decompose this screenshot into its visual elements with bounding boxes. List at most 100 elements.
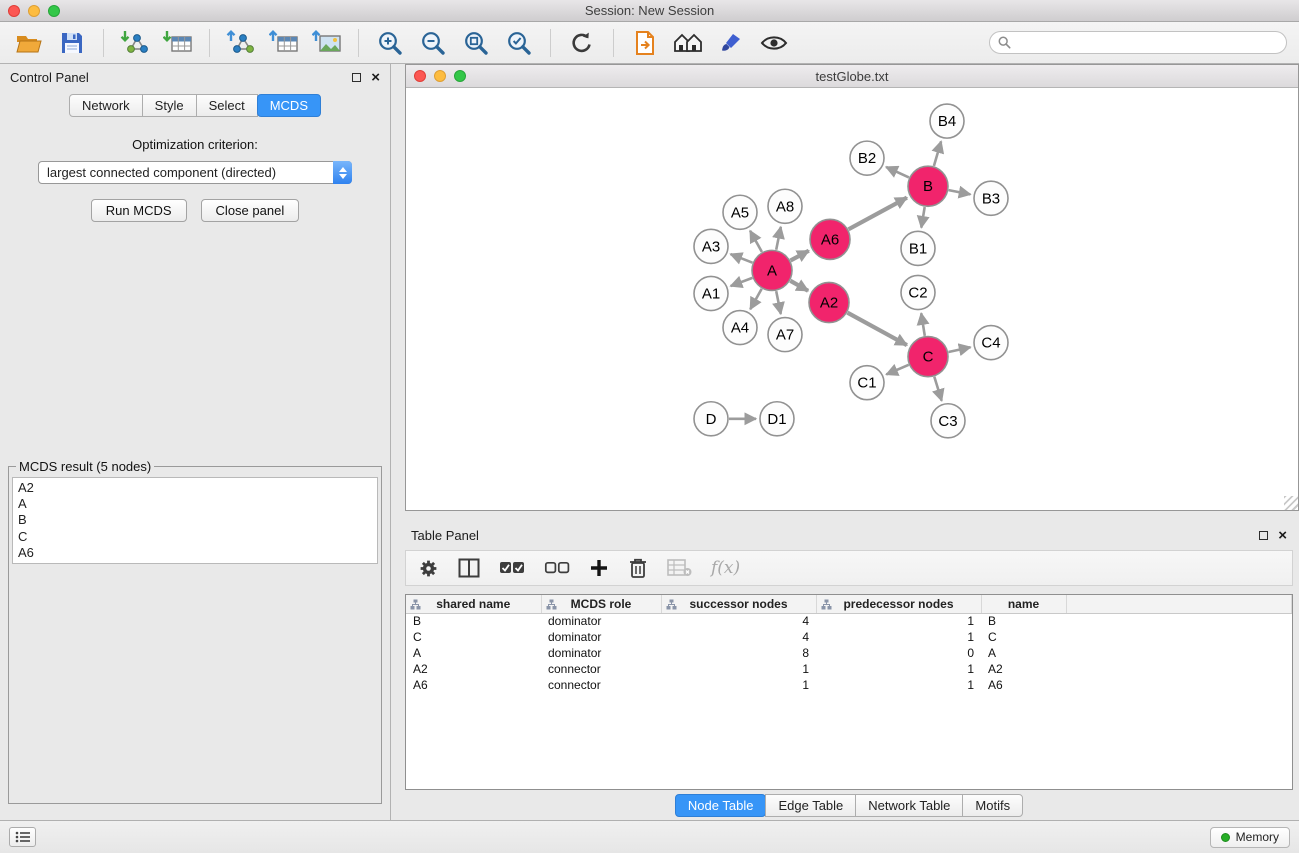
import-network-icon[interactable] (118, 27, 152, 59)
close-panel-button[interactable]: Close panel (201, 199, 300, 222)
zoom-out-icon[interactable] (416, 27, 450, 59)
edge-A-A8[interactable] (776, 227, 781, 250)
table-cell[interactable]: A (981, 645, 1066, 661)
memory-button[interactable]: Memory (1210, 827, 1290, 848)
table-cell[interactable]: 0 (816, 645, 981, 661)
edge-A-A2[interactable] (790, 281, 808, 291)
export-network-icon[interactable] (224, 27, 258, 59)
table-cell[interactable]: 4 (661, 629, 816, 645)
import-table-icon[interactable] (161, 27, 195, 59)
table-cell[interactable]: 1 (816, 661, 981, 677)
ndex-home-icon[interactable] (671, 27, 705, 59)
node-A6[interactable]: A6 (810, 219, 850, 259)
table-cell[interactable]: B (981, 613, 1066, 629)
node-C4[interactable]: C4 (974, 326, 1008, 360)
edge-C-C2[interactable] (921, 313, 925, 336)
add-row-icon[interactable] (589, 558, 609, 578)
edge-C-C3[interactable] (934, 377, 941, 401)
node-A4[interactable]: A4 (723, 311, 757, 345)
table-cell[interactable]: 1 (816, 629, 981, 645)
tab-edge-table[interactable]: Edge Table (765, 794, 856, 817)
table-cell[interactable]: 1 (816, 613, 981, 629)
table-cell[interactable]: 1 (661, 677, 816, 693)
tab-select[interactable]: Select (196, 94, 258, 117)
node-D[interactable]: D (694, 402, 728, 436)
table-cell[interactable]: C (406, 629, 541, 645)
export-table-icon[interactable] (267, 27, 301, 59)
column-header-shared-name[interactable]: shared name (406, 595, 541, 613)
network-window-titlebar[interactable]: testGlobe.txt (406, 65, 1298, 88)
float-panel-icon[interactable] (352, 73, 361, 82)
edge-A-A1[interactable] (731, 278, 753, 286)
select-all-icon[interactable] (499, 561, 525, 575)
table-row[interactable]: A6 connector 1 1 A6 (406, 677, 1292, 693)
split-column-icon[interactable] (458, 558, 480, 578)
dropdown-stepper-icon[interactable] (333, 161, 352, 184)
tab-mcds[interactable]: MCDS (257, 94, 321, 117)
table-cell[interactable]: A2 (981, 661, 1066, 677)
edge-A-A4[interactable] (750, 289, 761, 309)
table-row[interactable]: C dominator 4 1 C (406, 629, 1292, 645)
node-B4[interactable]: B4 (930, 104, 964, 138)
style-brush-icon[interactable] (714, 27, 748, 59)
table-cell[interactable]: connector (541, 677, 661, 693)
table-cell[interactable]: 8 (661, 645, 816, 661)
node-C3[interactable]: C3 (931, 404, 965, 438)
node-D1[interactable]: D1 (760, 402, 794, 436)
node-B1[interactable]: B1 (901, 231, 935, 265)
node-A8[interactable]: A8 (768, 189, 802, 223)
refresh-icon[interactable] (565, 27, 599, 59)
table-cell[interactable]: dominator (541, 613, 661, 629)
edge-A-A7[interactable] (776, 291, 781, 314)
node-A2[interactable]: A2 (809, 282, 849, 322)
edge-B-B2[interactable] (886, 167, 909, 177)
save-session-icon[interactable] (55, 27, 89, 59)
close-panel-icon[interactable]: × (371, 73, 380, 82)
delete-row-trash-icon[interactable] (628, 557, 648, 579)
table-cell[interactable]: 1 (661, 661, 816, 677)
edge-C-C1[interactable] (886, 365, 908, 375)
open-document-icon[interactable] (628, 27, 662, 59)
node-B3[interactable]: B3 (974, 181, 1008, 215)
table-cell[interactable]: A6 (406, 677, 541, 693)
table-row[interactable]: A dominator 8 0 A (406, 645, 1292, 661)
table-row[interactable]: B dominator 4 1 B (406, 613, 1292, 629)
edge-A-A5[interactable] (750, 231, 762, 252)
edge-A6-B[interactable] (849, 198, 907, 230)
mcds-result-list[interactable]: A2 A B C A6 (12, 477, 378, 564)
table-cell[interactable]: dominator (541, 629, 661, 645)
edge-A-A3[interactable] (731, 254, 753, 263)
table-cell[interactable]: A (406, 645, 541, 661)
edge-B-B3[interactable] (949, 190, 971, 194)
node-A1[interactable]: A1 (694, 276, 728, 310)
column-header-predecessor-nodes[interactable]: predecessor nodes (816, 595, 981, 613)
table-cell[interactable]: connector (541, 661, 661, 677)
table-cell[interactable]: 4 (661, 613, 816, 629)
table-row[interactable]: A2 connector 1 1 A2 (406, 661, 1292, 677)
criterion-dropdown[interactable]: largest connected component (directed) (38, 161, 352, 184)
tab-node-table[interactable]: Node Table (675, 794, 767, 817)
tab-style[interactable]: Style (142, 94, 197, 117)
column-header-mcds-role[interactable]: MCDS role (541, 595, 661, 613)
zoom-fit-icon[interactable] (459, 27, 493, 59)
run-mcds-button[interactable]: Run MCDS (91, 199, 187, 222)
node-A[interactable]: A (752, 250, 792, 290)
deselect-all-icon[interactable] (544, 561, 570, 575)
tab-motifs[interactable]: Motifs (962, 794, 1023, 817)
edge-B-B1[interactable] (921, 207, 924, 228)
table-cell[interactable]: dominator (541, 645, 661, 661)
tab-network-table[interactable]: Network Table (855, 794, 963, 817)
node-C1[interactable]: C1 (850, 366, 884, 400)
table-cell[interactable]: 1 (816, 677, 981, 693)
close-table-panel-icon[interactable]: × (1278, 531, 1287, 540)
search-input[interactable] (1016, 35, 1278, 50)
edge-C-C4[interactable] (949, 347, 971, 352)
edge-A2-C[interactable] (847, 313, 907, 345)
edge-A-A6[interactable] (791, 251, 809, 261)
node-C[interactable]: C (908, 337, 948, 377)
table-cell[interactable]: C (981, 629, 1066, 645)
show-details-eye-icon[interactable] (757, 27, 791, 59)
node-A5[interactable]: A5 (723, 195, 757, 229)
task-history-icon[interactable] (9, 827, 36, 847)
export-image-icon[interactable] (310, 27, 344, 59)
